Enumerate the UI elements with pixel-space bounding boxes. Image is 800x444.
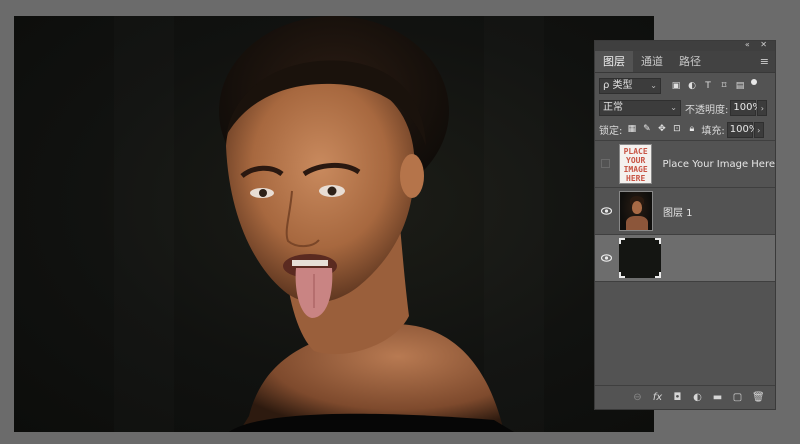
tab-layers[interactable]: 图层 xyxy=(595,51,633,72)
portrait-photo xyxy=(219,16,514,432)
collapse-close-icons[interactable]: « ✕ xyxy=(745,40,771,49)
filter-kind-value: ρ 类型 xyxy=(603,80,633,91)
filter-kind-select[interactable]: ρ 类型 ⌄ xyxy=(599,78,661,94)
blend-row: 正常 ⌄ 不透明度: 100% › xyxy=(595,97,775,119)
lock-paint-icon[interactable]: ✎ xyxy=(641,124,652,135)
filter-icons: ▣ ◐ T ⌑ ▤ xyxy=(671,81,745,91)
tab-channels[interactable]: 通道 xyxy=(633,51,671,72)
smart-object-thumbnail: PLACE YOUR IMAGE HERE xyxy=(618,144,653,184)
layer-name[interactable]: Place Your Image Here xyxy=(662,159,775,170)
panel-titlebar[interactable]: « ✕ xyxy=(595,40,775,51)
visibility-toggle[interactable] xyxy=(595,141,615,188)
lock-position-icon[interactable]: ✥ xyxy=(656,124,667,135)
layer-row[interactable]: PLACE YOUR IMAGE HERE Place Your Image H… xyxy=(595,141,775,188)
eye-icon xyxy=(601,206,612,215)
lock-row: 锁定: ▦ ✎ ✥ ⊡ 🔒︎ 填充: 100% › xyxy=(595,119,775,141)
layer-filter-row: ρ 类型 ⌄ ▣ ◐ T ⌑ ▤ xyxy=(595,75,775,97)
type-filter-icon[interactable]: T xyxy=(703,81,713,91)
fill-input[interactable]: 100% xyxy=(726,121,758,138)
document-canvas[interactable] xyxy=(14,16,654,432)
filter-toggle-icon[interactable] xyxy=(751,79,757,85)
blend-mode-value: 正常 xyxy=(603,102,623,113)
layer-row-selected[interactable] xyxy=(595,235,775,282)
mask-icon[interactable]: ◘ xyxy=(672,392,683,403)
blend-mode-select[interactable]: 正常 ⌄ xyxy=(599,100,681,116)
panel-tabs: 图层 通道 路径 ≡ xyxy=(595,51,775,73)
trash-icon[interactable]: 🗑 xyxy=(752,392,765,403)
pixel-filter-icon[interactable]: ▣ xyxy=(671,81,681,91)
layer-thumbnail xyxy=(619,191,653,231)
lock-all-icon[interactable]: 🔒︎ xyxy=(686,124,697,135)
lock-transparent-icon[interactable]: ▦ xyxy=(626,124,637,135)
opacity-dropdown-icon[interactable]: › xyxy=(757,100,768,116)
fx-icon[interactable]: fx xyxy=(652,392,663,403)
layers-bottom-bar: ⊖ fx ◘ ◐ ▬ ▢ 🗑 xyxy=(595,385,775,409)
layers-panel: « ✕ 图层 通道 路径 ≡ ρ 类型 ⌄ ▣ ◐ T ⌑ ▤ 正常 ⌄ 不透明… xyxy=(594,40,776,410)
layer-row[interactable]: 图层 1 xyxy=(595,188,775,235)
lock-icons: ▦ ✎ ✥ ⊡ 🔒︎ xyxy=(626,124,697,135)
shape-filter-icon[interactable]: ⌑ xyxy=(719,81,729,91)
folder-icon[interactable]: ▬ xyxy=(712,392,723,403)
thumbnail-text: PLACE YOUR IMAGE HERE xyxy=(623,147,648,183)
smart-object-filter-icon[interactable]: ▤ xyxy=(735,81,745,91)
opacity-label: 不透明度: xyxy=(685,104,729,116)
chevron-down-icon: ⌄ xyxy=(650,81,657,90)
visibility-off-icon xyxy=(601,158,610,168)
fill-dropdown-icon[interactable]: › xyxy=(753,121,764,138)
opacity-input[interactable]: 100% xyxy=(730,100,762,116)
panel-menu-icon[interactable]: ≡ xyxy=(760,56,769,67)
link-icon[interactable]: ⊖ xyxy=(632,392,643,403)
adjustment-filter-icon[interactable]: ◐ xyxy=(687,81,697,91)
tab-paths[interactable]: 路径 xyxy=(671,51,709,72)
chevron-down-icon: ⌄ xyxy=(670,103,677,112)
lock-label: 锁定: xyxy=(599,126,623,137)
visibility-toggle[interactable] xyxy=(595,188,615,235)
layer-name[interactable]: 图层 1 xyxy=(663,204,693,219)
layer-thumbnail xyxy=(619,238,661,278)
layers-list: PLACE YOUR IMAGE HERE Place Your Image H… xyxy=(595,141,775,282)
new-layer-icon[interactable]: ▢ xyxy=(732,392,743,403)
lock-artboard-icon[interactable]: ⊡ xyxy=(671,124,682,135)
adjustment-icon[interactable]: ◐ xyxy=(692,392,703,403)
eye-icon xyxy=(601,253,612,262)
visibility-toggle[interactable] xyxy=(595,235,615,282)
fill-label: 填充: xyxy=(701,126,725,137)
